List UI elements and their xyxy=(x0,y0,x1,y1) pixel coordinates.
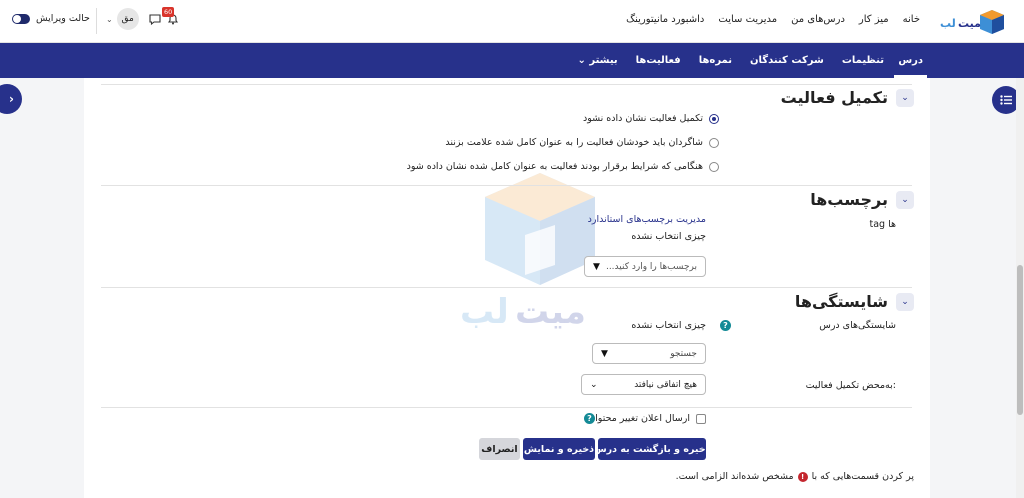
manage-standard-tags-link[interactable]: مدیریت برچسب‌های استاندارد xyxy=(588,214,706,225)
tags-none-selected: چیزی انتخاب نشده xyxy=(631,231,706,242)
edit-mode-switch[interactable]: حالت ویرایش xyxy=(12,13,90,24)
chevron-down-icon: ⌄ xyxy=(901,92,909,103)
tab-activities[interactable]: فعالیت‌ها xyxy=(636,55,681,66)
open-course-index-button[interactable]: › xyxy=(0,84,22,114)
save-and-return-button[interactable]: ذخیره و بازگشت به درس xyxy=(594,438,710,460)
brand-logo[interactable]: میت لب xyxy=(938,6,1008,36)
avatar: مق xyxy=(116,8,139,30)
svg-text:میت: میت xyxy=(515,292,586,332)
upon-completion-value: هیچ اتفاقی نیافتد xyxy=(634,379,697,390)
secondary-tabs: تنظیمات شرکت کنندگان نمره‌ها فعالیت‌ها ب… xyxy=(577,43,884,78)
tab-course[interactable]: درس xyxy=(894,43,927,78)
chevron-down-icon: ⌄ xyxy=(106,14,113,24)
chevron-down-icon: ⌄ xyxy=(901,296,909,307)
collapse-completion-button[interactable]: ⌄ xyxy=(896,88,914,107)
upon-completion-label: به‌محض تکمیل فعالیت: xyxy=(805,380,896,391)
required-fields-note: پر کردن قسمت‌هایی که با ! مشخص شده‌اند ا… xyxy=(676,471,914,482)
tags-input-placeholder: برچسب‌ها را وارد کنید... xyxy=(605,261,697,272)
collapse-tags-button[interactable]: ⌄ xyxy=(896,190,914,209)
section-competencies-header[interactable]: ⌄ شایستگی‌ها xyxy=(795,292,914,311)
section-competencies-title: شایستگی‌ها xyxy=(794,292,888,311)
tab-participants[interactable]: شرکت کنندگان xyxy=(750,55,824,66)
top-navbar: میت لب خانه میز کار درس‌های من مدیریت سا… xyxy=(0,0,1024,43)
completion-option-manual[interactable]: شاگردان باید خودشان فعالیت را به عنوان ک… xyxy=(445,137,719,148)
required-note-before: پر کردن قسمت‌هایی که با xyxy=(811,471,914,482)
nav-my-courses[interactable]: درس‌های من xyxy=(791,14,845,25)
search-placeholder: جستجو xyxy=(670,348,697,359)
messages-icon[interactable] xyxy=(148,12,162,26)
notify-content-change-checkbox[interactable] xyxy=(696,414,706,424)
section-tags-title: برچسب‌ها xyxy=(810,190,888,209)
svg-text:میت: میت xyxy=(958,17,981,30)
watermark-logo: میت لب xyxy=(460,173,595,332)
radio-button[interactable] xyxy=(709,137,719,148)
course-competencies-label: شایستگی‌های درس xyxy=(819,320,896,331)
completion-option-none[interactable]: تکمیل فعالیت نشان داده نشود xyxy=(583,113,719,124)
section-completion-title: تکمیل فعالیت xyxy=(780,88,888,107)
divider xyxy=(101,287,912,288)
list-icon xyxy=(1000,95,1012,105)
help-icon[interactable]: ? xyxy=(584,413,595,424)
divider xyxy=(101,84,912,85)
notification-badge: 60 xyxy=(162,7,175,17)
save-and-display-button[interactable]: ذخیره و نمایش xyxy=(523,438,595,460)
tab-settings[interactable]: تنظیمات xyxy=(842,55,884,66)
tab-more[interactable]: بیشتر ⌄ xyxy=(577,55,617,66)
nav-home[interactable]: خانه xyxy=(903,14,920,25)
primary-nav: خانه میز کار درس‌های من مدیریت سایت داشب… xyxy=(626,14,920,25)
upon-completion-select[interactable]: هیچ اتفاقی نیافتد ⌄ xyxy=(581,374,706,395)
tab-course-label: درس xyxy=(898,55,923,66)
chevron-down-icon: ⌄ xyxy=(901,194,909,205)
tab-grades[interactable]: نمره‌ها xyxy=(699,55,732,66)
section-completion-header[interactable]: ⌄ تکمیل فعالیت xyxy=(781,88,914,107)
radio-label: شاگردان باید خودشان فعالیت را به عنوان ک… xyxy=(445,137,703,148)
caret-down-icon: ▼ xyxy=(593,261,600,272)
nav-monitoring[interactable]: داشبورد مانیتورینگ xyxy=(626,14,704,25)
chevron-right-icon: › xyxy=(9,92,14,106)
radio-button[interactable] xyxy=(709,161,719,172)
radio-button[interactable] xyxy=(709,113,719,124)
notify-content-change-label: ارسال اعلان تغییر محتوا xyxy=(595,413,690,424)
tags-input[interactable]: برچسب‌ها را وارد کنید... ▼ xyxy=(584,256,706,277)
tab-more-label: بیشتر xyxy=(589,55,618,66)
section-tags-header[interactable]: ⌄ برچسب‌ها xyxy=(810,190,914,209)
user-menu[interactable]: ⌄ مق xyxy=(106,8,139,30)
radio-label: هنگامی که شرایط برقرار بودند فعالیت به ع… xyxy=(406,161,703,172)
tags-field-label: tag ها xyxy=(869,219,896,230)
chevron-down-icon: ⌄ xyxy=(577,55,586,66)
required-note-after: مشخص شده‌اند الزامی است. xyxy=(675,471,794,482)
caret-down-icon: ▼ xyxy=(601,348,608,359)
cancel-button[interactable]: انصراف xyxy=(479,438,520,460)
svg-text:لب: لب xyxy=(940,17,956,30)
svg-text:لب: لب xyxy=(460,292,509,332)
nav-dashboard[interactable]: میز کار xyxy=(859,14,889,25)
completion-option-conditions[interactable]: هنگامی که شرایط برقرار بودند فعالیت به ع… xyxy=(407,161,719,172)
edit-mode-toggle[interactable] xyxy=(12,13,30,24)
collapse-competencies-button[interactable]: ⌄ xyxy=(896,292,914,311)
edit-mode-label: حالت ویرایش xyxy=(36,13,90,24)
competency-search[interactable]: جستجو ▼ xyxy=(592,343,706,364)
required-icon: ! xyxy=(797,471,808,482)
help-icon[interactable]: ? xyxy=(720,320,731,331)
divider xyxy=(96,8,97,34)
course-secondary-nav: درس تنظیمات شرکت کنندگان نمره‌ها فعالیت‌… xyxy=(0,43,1024,78)
nav-site-admin[interactable]: مدیریت سایت xyxy=(718,14,777,25)
divider xyxy=(101,407,912,408)
chevron-down-icon: ⌄ xyxy=(590,379,598,390)
page-scrollbar-thumb[interactable] xyxy=(1017,265,1023,415)
competencies-none-selected: چیزی انتخاب نشده xyxy=(631,320,706,331)
divider xyxy=(101,185,912,186)
radio-label: تکمیل فعالیت نشان داده نشود xyxy=(583,113,703,124)
